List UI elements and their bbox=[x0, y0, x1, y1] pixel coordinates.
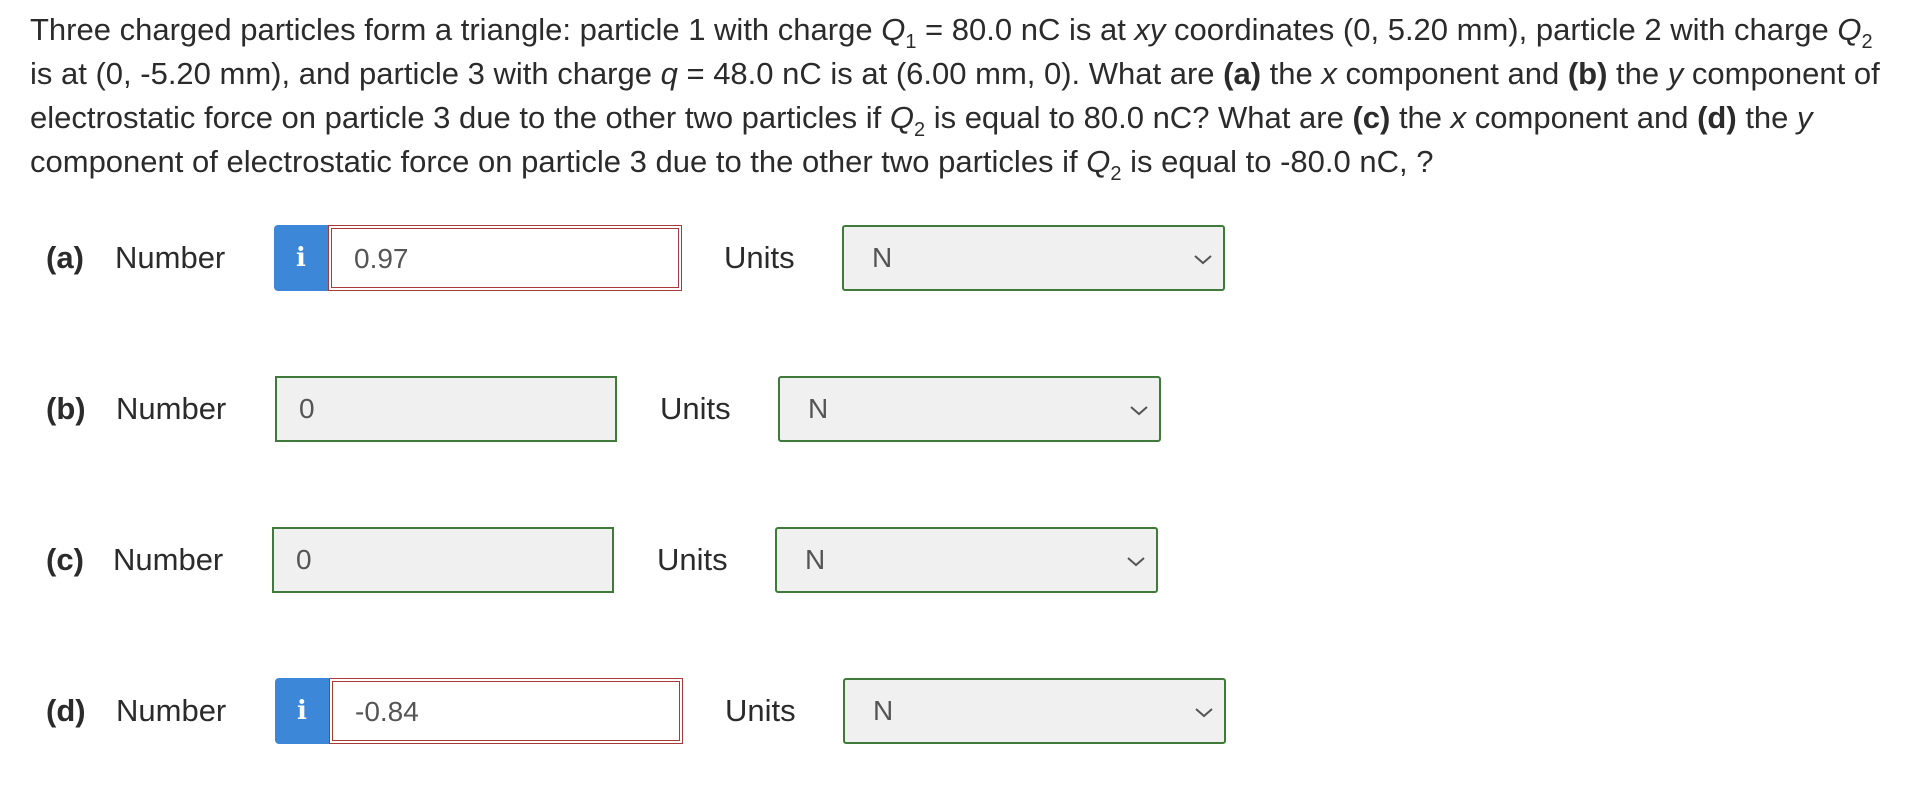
answer-row-d: (d) Number i -0.84 Units N bbox=[0, 678, 1906, 744]
chevron-down-icon bbox=[1195, 708, 1213, 718]
units-label-b: Units bbox=[660, 391, 731, 426]
units-label-c: Units bbox=[657, 542, 728, 577]
answer-row-a: (a) Number i 0.97 Units N bbox=[0, 225, 1906, 291]
units-select-value-a: N bbox=[872, 242, 893, 273]
number-label-d: Number bbox=[116, 693, 227, 728]
question-text: Three charged particles form a triangle:… bbox=[30, 12, 1880, 185]
part-label-d: (d) bbox=[46, 693, 86, 728]
number-input-d[interactable]: -0.84 bbox=[329, 678, 683, 744]
units-select-d[interactable]: N bbox=[843, 678, 1226, 744]
part-label-b: (b) bbox=[46, 391, 86, 426]
chevron-down-icon bbox=[1130, 406, 1148, 416]
number-input-a[interactable]: 0.97 bbox=[328, 225, 682, 291]
units-select-a[interactable]: N bbox=[842, 225, 1225, 291]
chevron-down-icon bbox=[1194, 255, 1212, 265]
units-select-value-d: N bbox=[873, 695, 894, 726]
units-select-b[interactable]: N bbox=[778, 376, 1161, 442]
number-label-a: Number bbox=[115, 240, 226, 275]
number-input-c[interactable]: 0 bbox=[272, 527, 614, 593]
answer-row-b: (b) Number 0 Units N bbox=[0, 376, 1906, 442]
info-icon[interactable]: i bbox=[274, 225, 328, 291]
number-input-b[interactable]: 0 bbox=[275, 376, 617, 442]
chevron-down-icon bbox=[1127, 557, 1145, 567]
number-label-b: Number bbox=[116, 391, 227, 426]
units-select-value-c: N bbox=[805, 544, 826, 575]
units-label-a: Units bbox=[724, 240, 795, 275]
units-select-value-b: N bbox=[808, 393, 829, 424]
answer-row-c: (c) Number 0 Units N bbox=[0, 527, 1906, 593]
part-label-a: (a) bbox=[46, 240, 84, 275]
units-label-d: Units bbox=[725, 693, 796, 728]
number-label-c: Number bbox=[113, 542, 224, 577]
info-icon[interactable]: i bbox=[275, 678, 329, 744]
part-label-c: (c) bbox=[46, 542, 84, 577]
units-select-c[interactable]: N bbox=[775, 527, 1158, 593]
